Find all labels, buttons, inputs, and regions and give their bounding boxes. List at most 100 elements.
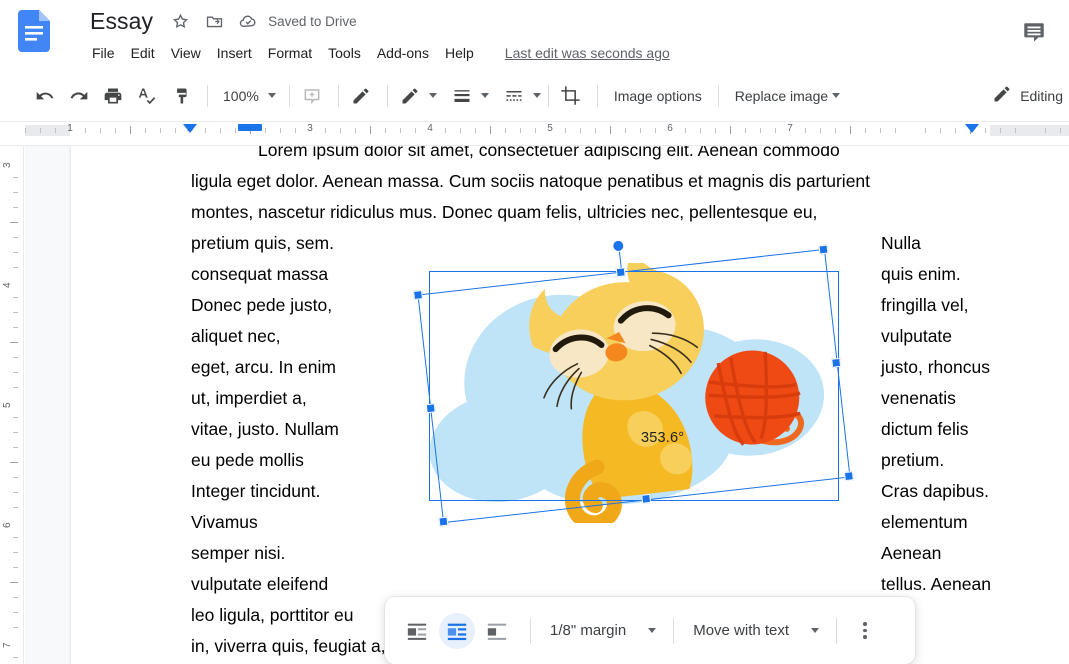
ruler-tick	[145, 128, 146, 133]
add-comment-icon[interactable]	[297, 81, 327, 111]
cloud-saved-icon[interactable]	[236, 9, 260, 33]
first-line-indent-marker[interactable]	[238, 124, 262, 131]
print-icon[interactable]	[98, 81, 128, 111]
undo-icon[interactable]	[30, 81, 60, 111]
ruler-tick	[205, 128, 206, 133]
app-header: Essay Saved to Drive File Edit View Inse…	[0, 0, 1069, 70]
ruler-number: 4	[2, 282, 13, 288]
star-outline-icon[interactable]	[168, 9, 192, 33]
menu-addons[interactable]: Add-ons	[370, 42, 436, 64]
pencil-icon[interactable]	[346, 81, 376, 111]
resize-handle-bottom-left[interactable]	[438, 516, 449, 527]
menu-format[interactable]: Format	[261, 42, 319, 64]
ruler-tick	[13, 552, 18, 553]
ruler-number: 5	[2, 402, 13, 408]
image-position-dropdown[interactable]: Move with text	[685, 614, 825, 648]
document-line: pretium quis, sem.	[191, 233, 334, 253]
document-line: fringilla vel,	[881, 295, 969, 315]
ruler-tick	[700, 128, 701, 133]
document-line: vulputate eleifend	[191, 574, 329, 594]
document-line: leo ligula, porttitor eu	[191, 605, 354, 625]
paint-format-icon[interactable]	[166, 81, 196, 111]
menu-edit[interactable]: Edit	[124, 42, 162, 64]
border-weight-control[interactable]	[447, 81, 489, 111]
resize-handle-bottom-right[interactable]	[843, 471, 854, 482]
chevron-down-icon	[811, 628, 820, 633]
image-selection-box[interactable]	[413, 239, 854, 527]
ruler-number: 4	[427, 123, 433, 134]
document-line: Donec pede justo,	[191, 295, 333, 315]
menu-file[interactable]: File	[85, 42, 122, 64]
ruler-number: 6	[667, 123, 673, 134]
ruler-tick	[235, 128, 236, 133]
toolbar-separator	[207, 84, 208, 107]
resize-handle-top-left[interactable]	[413, 290, 423, 300]
ruler-tick	[370, 126, 371, 134]
image-margin-dropdown[interactable]: 1/8" margin	[542, 614, 662, 648]
ruler-tick	[13, 297, 18, 298]
ruler-tick	[535, 128, 536, 133]
ruler-tick	[850, 126, 851, 134]
docs-file-icon[interactable]	[18, 10, 50, 52]
ruler-tick	[640, 128, 641, 133]
toolbar-separator	[596, 84, 598, 107]
chevron-down-icon	[267, 93, 276, 98]
last-edit-link[interactable]: Last edit was seconds ago	[505, 45, 670, 61]
horizontal-ruler[interactable]: 1234567	[0, 122, 1069, 146]
toolbar-separator	[673, 617, 675, 644]
rotation-handle[interactable]	[611, 239, 625, 253]
document-line: eu pede mollis	[191, 450, 304, 470]
ruler-tick	[13, 432, 18, 433]
ruler-tick	[13, 312, 18, 313]
ruler-tick	[175, 128, 176, 133]
more-options-icon[interactable]	[848, 614, 882, 648]
editing-mode-button[interactable]: Editing	[984, 81, 1069, 111]
break-text-icon[interactable]	[479, 613, 515, 649]
crop-icon[interactable]	[556, 81, 586, 111]
left-indent-marker[interactable]	[183, 124, 197, 133]
move-to-folder-icon[interactable]	[202, 9, 226, 33]
document-title[interactable]: Essay	[85, 5, 158, 37]
resize-handle-middle-left[interactable]	[425, 403, 436, 414]
menu-view[interactable]: View	[164, 42, 208, 64]
redo-icon[interactable]	[64, 81, 94, 111]
toolbar-separator	[836, 617, 838, 644]
document-line: Cras dapibus.	[881, 481, 989, 501]
replace-image-control[interactable]: Replace image	[726, 81, 848, 111]
wrap-inline-icon[interactable]	[399, 613, 435, 649]
ruler-number: 1	[67, 123, 73, 134]
ruler-tick	[565, 128, 566, 133]
image-context-toolbar: 1/8" margin Move with text	[385, 597, 915, 664]
document-line: quis enim.	[881, 264, 961, 284]
resize-handle-top-center[interactable]	[615, 267, 626, 278]
resize-handle-middle-right[interactable]	[831, 357, 842, 368]
vertical-ruler[interactable]: 3 4 5 6 7	[0, 146, 24, 664]
cat-illustration-image[interactable]	[421, 263, 841, 523]
wrap-text-icon[interactable]	[439, 612, 475, 649]
document-line: dictum felis	[881, 419, 969, 439]
ruler-tick	[1045, 128, 1046, 133]
document-page[interactable]: Lorem ipsum dolor sit amet, consectetuer…	[71, 146, 1069, 664]
menu-help[interactable]: Help	[438, 42, 481, 64]
chevron-down-icon	[648, 628, 657, 633]
ruler-tick	[805, 128, 806, 133]
menu-insert[interactable]: Insert	[210, 42, 259, 64]
menu-tools[interactable]: Tools	[321, 42, 368, 64]
resize-handle-bottom-center[interactable]	[641, 493, 652, 504]
toolbar-separator	[717, 84, 719, 107]
document-line: tellus. Aenean	[881, 574, 991, 594]
border-color-control[interactable]	[395, 81, 437, 111]
ruler-margin-zone	[990, 125, 1069, 136]
ruler-tick	[13, 567, 18, 568]
comment-bubble-icon[interactable]	[1013, 12, 1055, 54]
document-canvas: Lorem ipsum dolor sit amet, consectetuer…	[25, 146, 1069, 664]
zoom-control[interactable]: 100%	[215, 81, 280, 111]
right-indent-marker[interactable]	[965, 124, 979, 133]
border-dash-control[interactable]	[499, 81, 541, 111]
ruler-tick	[625, 128, 626, 133]
spellcheck-icon[interactable]	[132, 81, 162, 111]
image-options-button[interactable]: Image options	[605, 81, 711, 111]
image-position-label: Move with text	[693, 622, 790, 639]
resize-handle-top-right[interactable]	[818, 244, 829, 255]
ruler-number: 7	[2, 642, 13, 648]
